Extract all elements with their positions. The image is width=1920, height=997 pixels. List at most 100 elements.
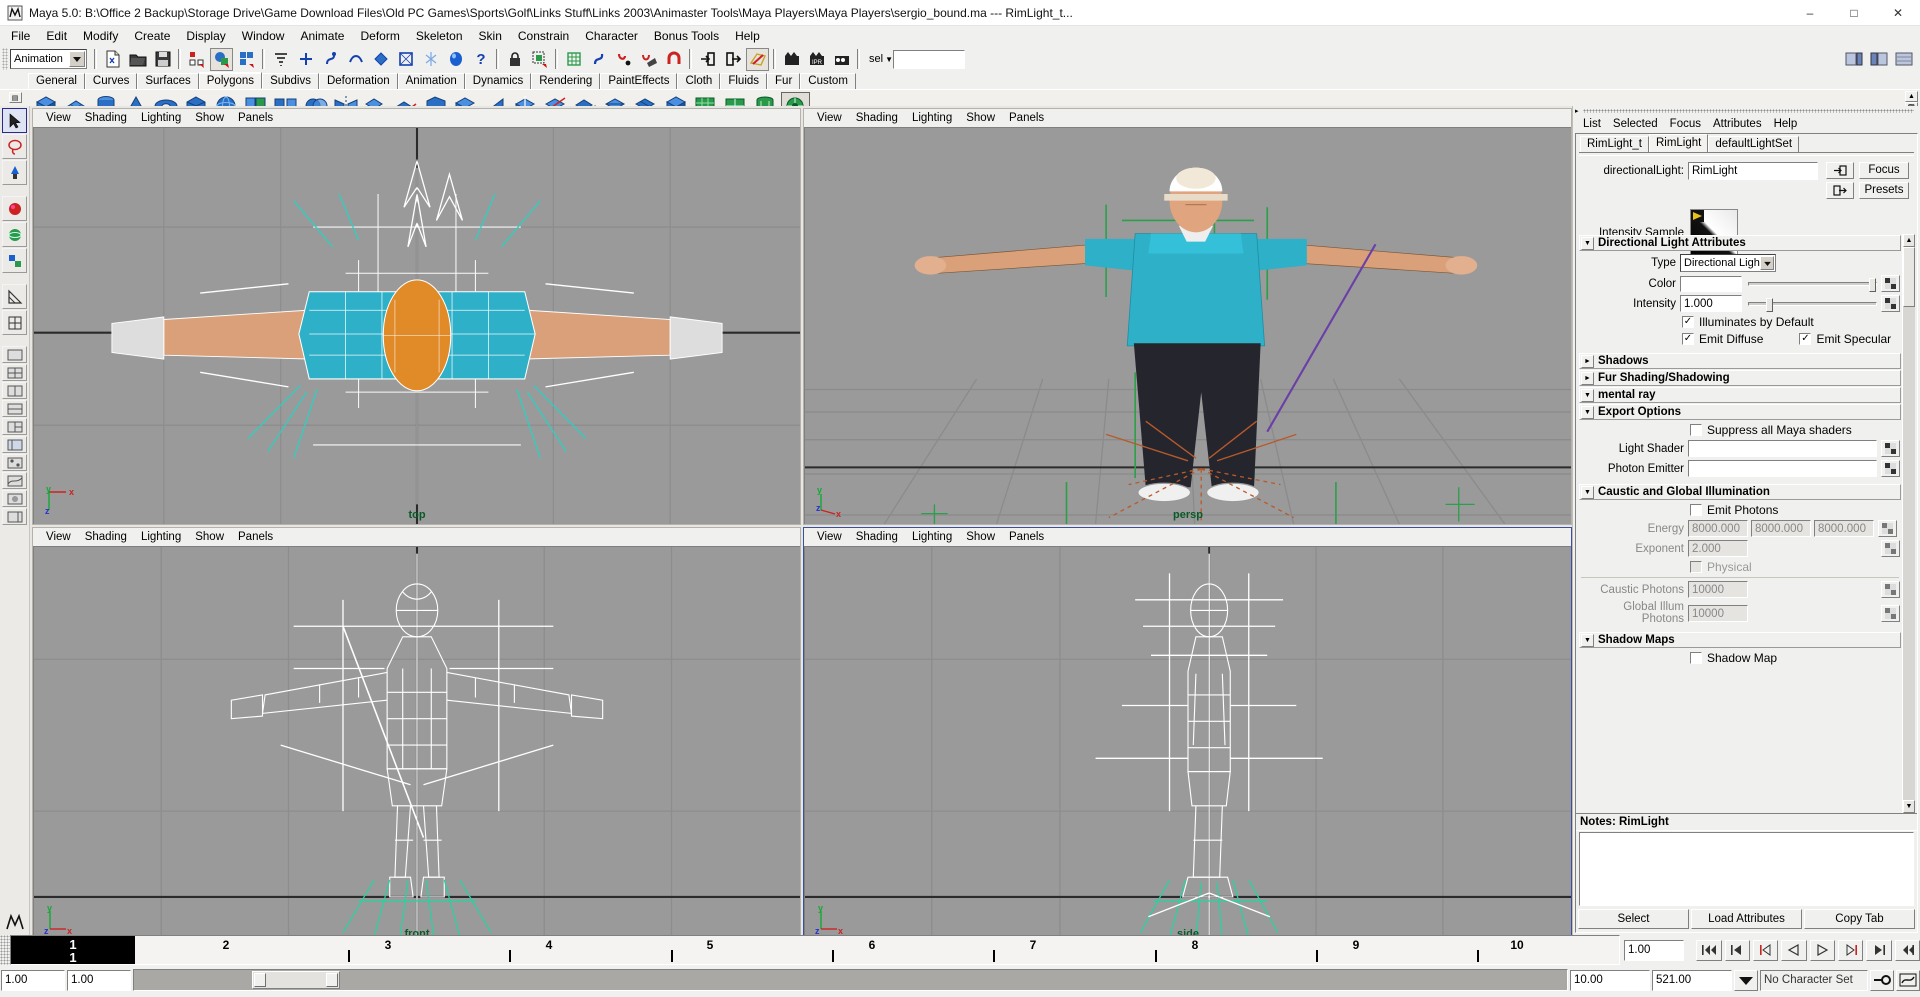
select-by-component-icon[interactable]	[235, 48, 258, 71]
snap-to-surface-icon[interactable]	[369, 48, 392, 71]
photon-emitter-map-button[interactable]	[1881, 460, 1900, 477]
shelf-tab-custom[interactable]: Custom	[800, 73, 856, 89]
shelf-tab-curves[interactable]: Curves	[84, 73, 138, 89]
chevron-down-icon[interactable]: ▼	[1581, 633, 1594, 647]
viewport-body-side[interactable]: y z x side	[804, 546, 1571, 944]
current-time-field[interactable]: 1.00	[1624, 939, 1685, 961]
output-connection-icon[interactable]	[1826, 182, 1854, 199]
chevron-down-icon[interactable]	[1734, 969, 1758, 991]
character-set-field[interactable]: No Character Set	[1760, 969, 1868, 991]
photon-emitter-input[interactable]	[1688, 460, 1877, 477]
energy-map-button[interactable]	[1878, 520, 1897, 537]
show-attribute-editor-icon[interactable]	[1842, 48, 1865, 71]
chevron-down-icon[interactable]: ▼	[1581, 405, 1594, 419]
paint-select-tool[interactable]	[2, 160, 27, 185]
light-shader-input[interactable]	[1688, 440, 1877, 457]
viewport-body-top[interactable]: x y z top	[33, 127, 800, 525]
last-tool-used[interactable]	[2, 310, 27, 335]
show-tool-settings-icon[interactable]	[1867, 48, 1890, 71]
chevron-right-icon[interactable]: ►	[1581, 354, 1594, 368]
global-illum-photons-input[interactable]: 10000	[1688, 604, 1748, 622]
surface-snap-icon[interactable]	[637, 48, 660, 71]
step-back-frame-button[interactable]	[1752, 939, 1779, 961]
viewport-front-menu-lighting[interactable]: Lighting	[134, 529, 188, 545]
shelf-scroll-up-icon[interactable]: ▲	[1905, 91, 1918, 102]
light-color-swatch[interactable]	[1680, 275, 1742, 292]
snap-to-grid-icon[interactable]	[269, 48, 292, 71]
layout-single-perspective[interactable]	[2, 346, 27, 363]
shelf-tab-cloth[interactable]: Cloth	[677, 73, 721, 89]
viewport-panel-side[interactable]: View Shading Lighting Show Panels y z x	[803, 527, 1572, 945]
viewport-body-front[interactable]: y z x front	[33, 546, 800, 944]
emit-photons-checkbox[interactable]	[1690, 504, 1702, 516]
shelf-tab-rendering[interactable]: Rendering	[531, 73, 601, 89]
ae-menu-selected[interactable]: Selected	[1607, 116, 1664, 132]
menu-file[interactable]: File	[3, 27, 38, 46]
section-export-options[interactable]: ▼ Export Options	[1579, 404, 1901, 420]
light-intensity-slider[interactable]	[1748, 297, 1877, 312]
show-manipulator-tool[interactable]	[2, 284, 27, 309]
scroll-down-icon[interactable]: ▼	[1903, 800, 1915, 813]
energy-r-input[interactable]: 8000.000	[1688, 520, 1748, 537]
auto-keyframe-icon[interactable]	[1870, 969, 1894, 991]
scroll-up-icon[interactable]: ▲	[1903, 234, 1915, 247]
range-start-field[interactable]: 1.00	[1, 969, 65, 991]
menu-window[interactable]: Window	[234, 27, 293, 46]
viewport-panel-front[interactable]: View Shading Lighting Show Panels y z x	[32, 527, 801, 945]
minimize-button[interactable]: –	[1788, 0, 1832, 26]
ae-menu-attributes[interactable]: Attributes	[1707, 116, 1768, 132]
statusline-grip[interactable]	[2, 48, 8, 70]
make-live-icon[interactable]	[394, 48, 417, 71]
menu-skin[interactable]: Skin	[471, 27, 510, 46]
select-tool[interactable]	[2, 108, 27, 133]
light-intensity-input[interactable]: 1.000	[1680, 295, 1742, 312]
ae-menu-focus[interactable]: Focus	[1664, 116, 1707, 132]
go-to-end-button[interactable]	[1894, 939, 1920, 961]
menuset-dropdown[interactable]: Animation	[10, 49, 87, 69]
light-color-map-button[interactable]	[1881, 275, 1900, 292]
shelf-tab-dynamics[interactable]: Dynamics	[464, 73, 532, 89]
ae-tab-rimlight[interactable]: RimLight	[1648, 134, 1709, 152]
shadow-map-checkbox[interactable]	[1690, 652, 1702, 664]
viewport-top-menu-lighting[interactable]: Lighting	[134, 110, 188, 126]
construction-history-toggle-icon[interactable]	[746, 47, 769, 71]
layout-two-pane-side[interactable]	[2, 382, 27, 399]
construction-history-icon[interactable]	[444, 48, 467, 71]
viewport-persp-menu-show[interactable]: Show	[959, 110, 1002, 126]
viewport-front-menu-panels[interactable]: Panels	[231, 529, 280, 545]
open-scene-icon[interactable]	[126, 48, 149, 71]
lock-icon[interactable]	[503, 48, 526, 71]
highlight-selection-icon[interactable]	[528, 48, 551, 71]
animation-start-field[interactable]: 1.00	[67, 969, 131, 991]
light-color-slider[interactable]	[1748, 277, 1877, 292]
input-connections-icon[interactable]	[696, 48, 719, 71]
input-connection-icon[interactable]	[1826, 162, 1854, 179]
layout-persp-single[interactable]	[2, 508, 27, 525]
chevron-right-icon[interactable]: ►	[1581, 371, 1594, 385]
caustic-photons-input[interactable]: 10000	[1688, 581, 1748, 598]
ae-tab-rimlight-t[interactable]: RimLight_t	[1580, 136, 1649, 152]
shelf-tab-polygons[interactable]: Polygons	[198, 72, 263, 89]
help-question-icon[interactable]: ?	[469, 48, 492, 71]
animation-preferences-icon[interactable]	[1896, 969, 1920, 991]
scrollbar-track[interactable]	[1903, 247, 1915, 800]
viewport-side-menu-panels[interactable]: Panels	[1002, 529, 1051, 545]
show-channel-box-icon[interactable]	[1892, 48, 1915, 71]
time-slider[interactable]: 1 1 2 3 4 5 6 7 8 9 10	[10, 935, 1620, 965]
section-caustic-global-illumination[interactable]: ▼ Caustic and Global Illumination	[1579, 484, 1901, 500]
shelf-tab-animation[interactable]: Animation	[397, 73, 465, 89]
output-connections-icon[interactable]	[721, 48, 744, 71]
menu-bonus-tools[interactable]: Bonus Tools	[646, 27, 727, 46]
ipr-render-icon[interactable]: IPR	[805, 48, 828, 71]
section-directional-light-attributes[interactable]: ▼ Directional Light Attributes	[1579, 235, 1901, 251]
curve-snap-icon[interactable]	[587, 48, 610, 71]
viewport-side-menu-show[interactable]: Show	[959, 529, 1002, 545]
shelf-menu-icon[interactable]: ▤	[8, 92, 22, 103]
magnet-point-icon[interactable]	[612, 48, 635, 71]
menu-display[interactable]: Display	[178, 27, 233, 46]
menu-modify[interactable]: Modify	[75, 27, 126, 46]
viewport-side-menu-shading[interactable]: Shading	[849, 529, 905, 545]
viewport-front-menu-shading[interactable]: Shading	[78, 529, 134, 545]
range-handle-right[interactable]	[326, 973, 338, 987]
viewport-persp-menu-shading[interactable]: Shading	[849, 110, 905, 126]
